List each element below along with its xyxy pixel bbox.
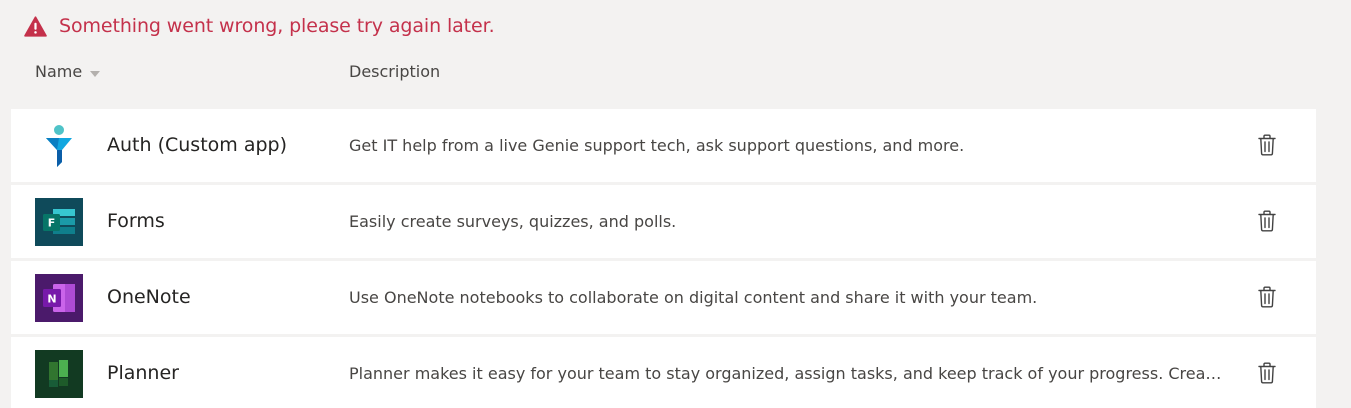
sort-caret-icon — [90, 62, 101, 81]
app-row-auth[interactable]: Auth (Custom app) Get IT help from a liv… — [11, 109, 1316, 182]
apps-page: Something went wrong, please try again l… — [0, 0, 1351, 408]
app-description: Easily create surveys, quizzes, and poll… — [349, 212, 677, 231]
app-description: Get IT help from a live Genie support te… — [349, 136, 965, 155]
trash-icon — [1258, 134, 1276, 160]
delete-button[interactable] — [1247, 362, 1287, 388]
app-name: Planner — [107, 362, 179, 384]
auth-app-icon — [35, 122, 83, 170]
forms-app-icon: F — [35, 198, 83, 246]
column-header-name-label: Name — [35, 61, 83, 81]
warning-icon — [24, 15, 47, 37]
svg-text:F: F — [48, 217, 56, 230]
delete-button[interactable] — [1247, 210, 1287, 236]
column-header-description-label: Description — [349, 61, 441, 81]
column-header-description: Description — [349, 58, 440, 84]
app-row-forms[interactable]: F Forms Easily create surveys, quizzes, … — [11, 185, 1316, 258]
app-name: Forms — [107, 210, 165, 232]
app-name: OneNote — [107, 286, 191, 308]
trash-icon — [1258, 362, 1276, 388]
app-row-onenote[interactable]: N OneNote Use OneNote notebooks to colla… — [11, 261, 1316, 334]
app-name: Auth (Custom app) — [107, 134, 287, 156]
delete-button[interactable] — [1247, 286, 1287, 312]
app-row-planner[interactable]: Planner Planner makes it easy for your t… — [11, 337, 1316, 408]
trash-icon — [1258, 286, 1276, 312]
app-description: Use OneNote notebooks to collaborate on … — [349, 288, 1038, 307]
trash-icon — [1258, 210, 1276, 236]
onenote-app-icon: N — [35, 274, 83, 322]
delete-button[interactable] — [1247, 134, 1287, 160]
error-message: Something went wrong, please try again l… — [59, 15, 495, 37]
svg-text:N: N — [47, 293, 56, 306]
error-banner: Something went wrong, please try again l… — [24, 12, 495, 40]
column-header-name[interactable]: Name — [35, 58, 101, 84]
app-description: Planner makes it easy for your team to s… — [349, 364, 1224, 383]
planner-app-icon — [35, 350, 83, 398]
app-list: Auth (Custom app) Get IT help from a liv… — [11, 109, 1316, 408]
